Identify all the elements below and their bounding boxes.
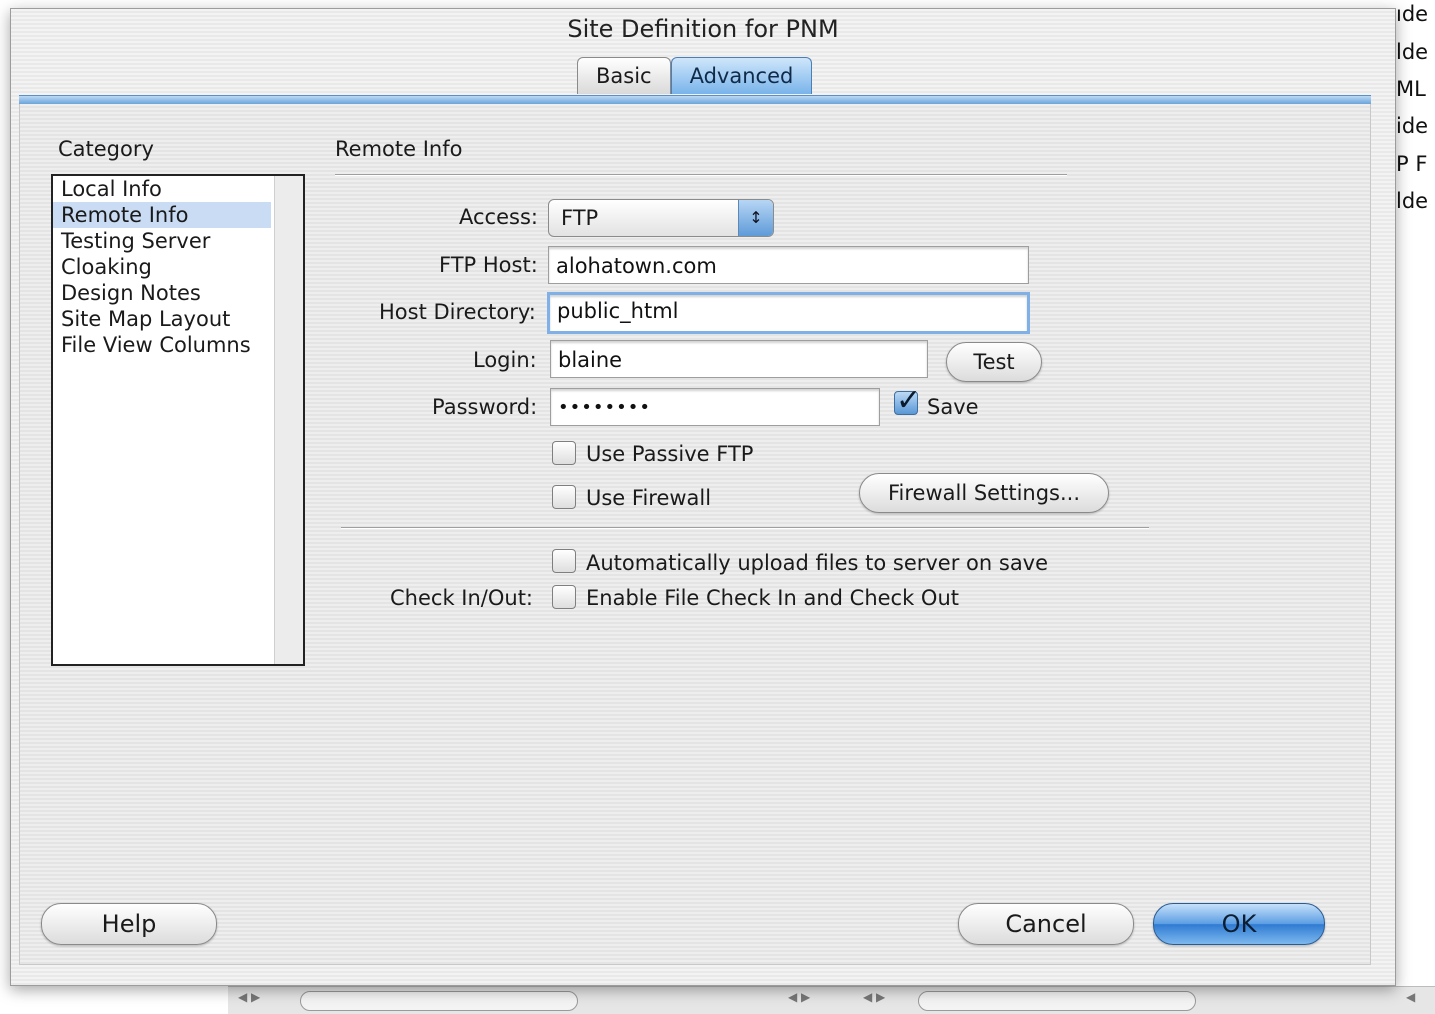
scroll-arrows-icon: ◀ ▶ [788,990,811,1004]
background-scrollbars: ◀ ▶ ◀ ▶ ◀ ▶ ◀ [228,986,1435,1014]
background-scroll-thumb [918,991,1196,1011]
ftp-host-input[interactable]: alohatown.com [548,246,1029,284]
background-scroll-thumb [300,991,578,1011]
background-text: lde [1396,40,1429,64]
category-list[interactable]: Local Info Remote Info Testing Server Cl… [51,174,305,666]
section-divider [335,174,1067,176]
firewall-settings-button[interactable]: Firewall Settings... [859,473,1109,513]
category-item-site-map-layout[interactable]: Site Map Layout [53,306,271,332]
cancel-button[interactable]: Cancel [958,903,1134,945]
password-label: Password: [432,395,538,419]
category-item-cloaking[interactable]: Cloaking [53,254,271,280]
tab-advanced[interactable]: Advanced [670,57,813,94]
host-directory-input[interactable]: public_html [547,292,1030,334]
passive-ftp-checkbox[interactable] [552,441,576,465]
window-title: Site Definition for PNM [567,15,839,43]
category-heading: Category [58,137,154,161]
tab-basic[interactable]: Basic [577,57,671,94]
enable-check-in-out-label: Enable File Check In and Check Out [586,586,960,610]
passive-ftp-label: Use Passive FTP [586,442,754,466]
tab-bar: Basic Advanced [577,57,813,97]
access-select[interactable]: FTP ↕ [548,199,774,237]
scroll-left-arrow-icon: ◀ [1406,990,1416,1004]
save-password-checkbox[interactable] [894,383,921,418]
updown-arrows-icon: ↕ [738,200,773,236]
host-directory-label: Host Directory: [379,300,536,324]
background-text: ide [1396,114,1429,138]
check-in-out-label: Check In/Out: [390,586,534,610]
save-password-label: Save [927,395,979,419]
login-input[interactable]: blaine [550,340,928,378]
category-scrollbar[interactable] [274,176,303,664]
login-label: Login: [473,348,537,372]
enable-check-in-out-checkbox[interactable] [552,585,576,609]
category-item-remote-info[interactable]: Remote Info [53,202,271,228]
category-item-file-view-columns[interactable]: File View Columns [53,332,271,358]
category-item-design-notes[interactable]: Design Notes [53,280,271,306]
auto-upload-label: Automatically upload files to server on … [586,551,1049,575]
background-text: ıde [1396,2,1429,26]
background-text: P F [1396,152,1428,176]
use-firewall-label: Use Firewall [586,486,712,510]
background-text: ML [1396,77,1426,101]
test-button[interactable]: Test [946,342,1042,382]
password-input[interactable]: •••••••• [550,388,880,426]
ftp-host-label: FTP Host: [439,253,538,277]
scroll-left-arrow-icon: ◀ ▶ [238,990,261,1004]
category-item-testing-server[interactable]: Testing Server [53,228,271,254]
background-window: ıde lde ML ide P F lde [1392,0,1435,1013]
auto-upload-checkbox[interactable] [552,549,576,573]
access-label: Access: [459,205,538,229]
access-value: FTP [561,206,599,230]
help-button[interactable]: Help [41,903,217,945]
section-divider [341,527,1149,529]
category-item-local-info[interactable]: Local Info [53,176,271,202]
scroll-arrows-icon: ◀ ▶ [863,990,886,1004]
background-text: lde [1396,189,1429,213]
use-firewall-checkbox[interactable] [552,485,576,509]
ok-button[interactable]: OK [1153,903,1325,945]
site-definition-dialog: Site Definition for PNM Basic Advanced C… [10,8,1396,986]
section-title: Remote Info [335,137,463,161]
